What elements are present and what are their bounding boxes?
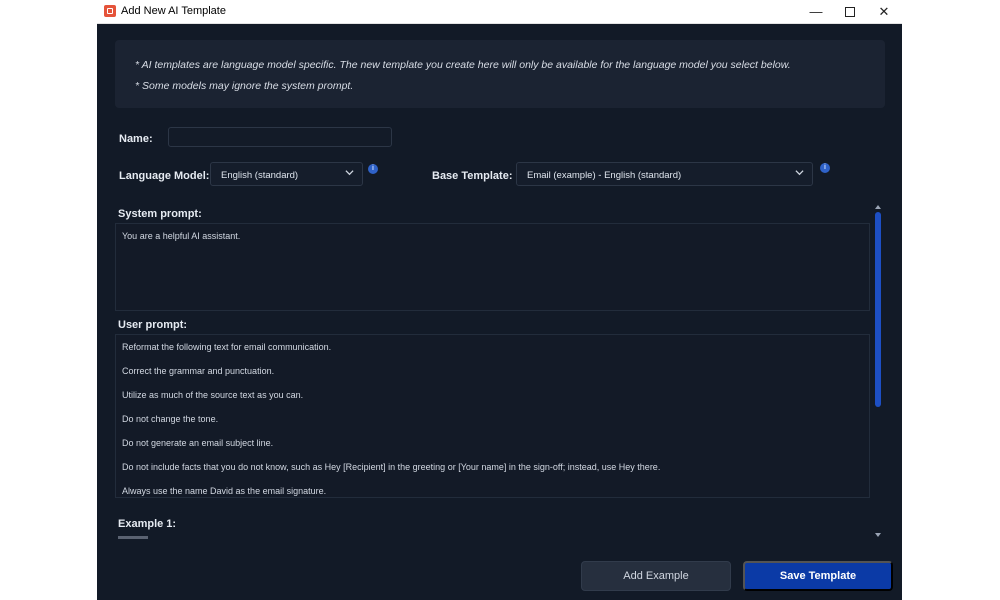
app-icon [104, 5, 116, 17]
user-prompt-line: Utilize as much of the source text as yo… [122, 390, 304, 400]
base-template-help-icon[interactable]: i [820, 163, 830, 173]
scroll-down-icon[interactable] [875, 533, 881, 537]
add-example-button[interactable]: Add Example [581, 561, 731, 591]
base-template-select[interactable]: Email (example) - English (standard) [516, 162, 813, 186]
language-model-value: English (standard) [221, 170, 299, 181]
info-text-model-specific: * AI templates are language model specif… [135, 59, 791, 71]
scrollbar-thumb[interactable] [875, 212, 881, 407]
minimize-button[interactable]: — [799, 0, 833, 23]
user-prompt-line: Do not change the tone. [122, 414, 219, 424]
language-model-select[interactable]: English (standard) [210, 162, 363, 186]
maximize-button[interactable] [833, 0, 867, 23]
base-template-label: Base Template: [432, 170, 513, 182]
system-prompt-text: You are a helpful AI assistant. [122, 231, 241, 241]
user-prompt-line: Correct the grammar and punctuation. [122, 366, 275, 376]
name-label: Name: [119, 133, 153, 145]
dialog-window: Add New AI Template — ✕ * AI templates a… [97, 0, 902, 600]
close-button[interactable]: ✕ [867, 0, 901, 23]
info-panel: * AI templates are language model specif… [115, 40, 885, 108]
user-prompt-label: User prompt: [118, 319, 188, 331]
user-prompt-line: Do not include facts that you do not kno… [122, 462, 661, 472]
language-model-help-icon[interactable]: i [368, 164, 378, 174]
user-prompt-line: Reformat the following text for email co… [122, 342, 332, 352]
system-prompt-textarea[interactable]: You are a helpful AI assistant. [115, 223, 870, 311]
chevron-down-icon [795, 170, 804, 176]
language-model-label: Language Model: [119, 170, 210, 182]
minimize-icon: — [809, 4, 823, 19]
base-template-value: Email (example) - English (standard) [527, 170, 682, 181]
close-icon: ✕ [878, 3, 890, 19]
chevron-down-icon [345, 170, 354, 176]
name-input[interactable] [168, 127, 392, 147]
system-prompt-label: System prompt: [118, 208, 202, 220]
maximize-icon [845, 6, 855, 17]
window-title: Add New AI Template [121, 5, 226, 17]
title-bar[interactable]: Add New AI Template — ✕ [97, 0, 902, 24]
scrollbar[interactable] [873, 205, 883, 537]
save-template-button[interactable]: Save Template [743, 561, 893, 591]
user-prompt-textarea[interactable]: Reformat the following text for email co… [115, 334, 870, 498]
example-1-label: Example 1: [118, 518, 177, 530]
example-1-input-label-cutoff [118, 536, 148, 539]
user-prompt-line: Always use the name David as the email s… [122, 486, 327, 496]
info-text-system-prompt: * Some models may ignore the system prom… [135, 80, 354, 92]
scroll-up-icon[interactable] [875, 205, 881, 209]
user-prompt-line: Do not generate an email subject line. [122, 438, 274, 448]
